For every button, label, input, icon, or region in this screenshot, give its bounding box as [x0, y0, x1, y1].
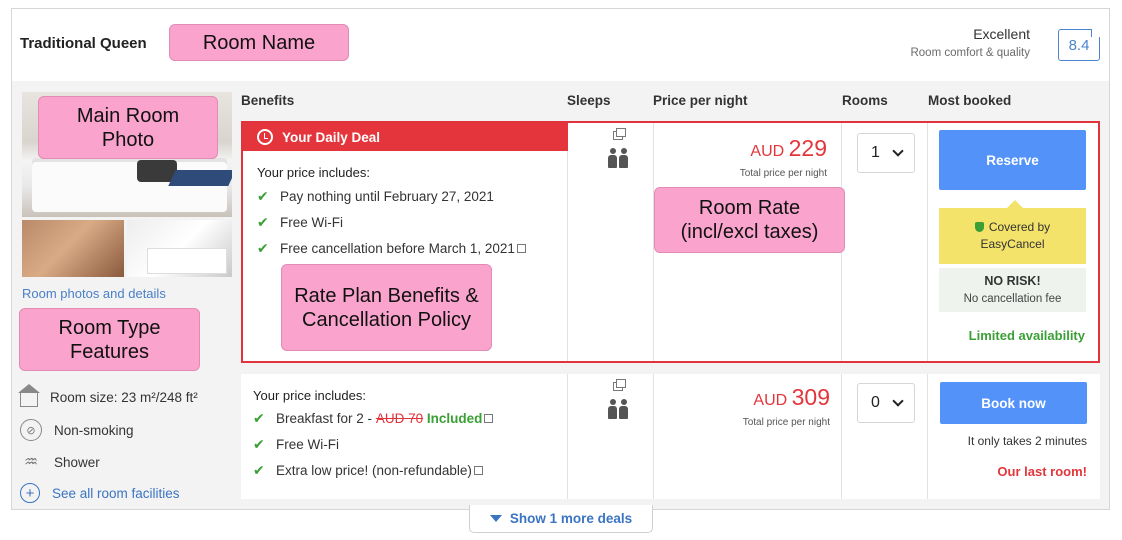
- price-amount: 309: [791, 384, 830, 410]
- booking-time-note: It only takes 2 minutes: [967, 434, 1087, 448]
- show-more-label[interactable]: Show 1 more deals: [510, 511, 632, 526]
- last-room-label: Our last room!: [997, 464, 1087, 479]
- callout-room-type-features: Room Type Features: [19, 308, 200, 371]
- callout-rate-plan: Rate Plan Benefits & Cancellation Policy: [281, 264, 492, 351]
- show-more-deals-button[interactable]: Show 1 more deals: [469, 505, 653, 533]
- caret-down-icon: [489, 515, 502, 522]
- price-note: Total price per night: [739, 168, 827, 179]
- benefit-item: ✔ Free Wi-Fi: [257, 214, 343, 230]
- no-risk-title: NO RISK!: [984, 274, 1041, 288]
- no-risk-subtitle: No cancellation fee: [963, 293, 1062, 305]
- rooms-select[interactable]: 1: [857, 133, 915, 173]
- callout-room-rate: Room Rate (incl/excl taxes): [654, 187, 845, 253]
- feature-label: Shower: [54, 454, 100, 470]
- daily-deal-banner: Your Daily Deal: [243, 123, 568, 151]
- feature-label: Room size: 23 m²/248 ft²: [50, 389, 198, 405]
- shower-icon: ♒: [23, 454, 39, 471]
- easycancel-badge: Covered by EasyCancel: [939, 208, 1086, 264]
- plus-icon: +: [20, 483, 40, 503]
- room-photo-thumb-1[interactable]: [22, 220, 124, 277]
- external-link-icon[interactable]: [473, 466, 483, 475]
- room-size-icon: [18, 384, 40, 407]
- feature-room-size: Room size: 23 m²/248 ft²: [18, 384, 198, 407]
- see-all-label[interactable]: See all room facilities: [52, 486, 180, 501]
- callout-room-name: Room Name: [169, 24, 349, 61]
- room-photos-link[interactable]: Room photos and details: [22, 286, 166, 301]
- room-rate: AUD 229 Total price per night: [740, 135, 827, 179]
- info-icon: [613, 128, 626, 140]
- chevron-down-icon: [892, 145, 904, 157]
- feature-shower: ♒ Shower: [20, 451, 100, 473]
- rooms-selected-value: 1: [871, 144, 880, 161]
- two-guests-icon: [603, 148, 633, 168]
- benefit-item[interactable]: ✔ Free cancellation before March 1, 2021: [257, 240, 526, 257]
- info-icon: [613, 379, 626, 391]
- check-icon: ✔: [253, 410, 265, 426]
- check-icon: ✔: [257, 188, 269, 204]
- benefit-item[interactable]: ✔ Extra low price! (non-refundable): [253, 462, 483, 479]
- no-smoking-icon: ⊘: [20, 419, 42, 441]
- deal-row-breakfast: Your price includes: ✔ Breakfast for 2 -…: [241, 374, 1100, 499]
- benefit-item: ✔ Free Wi-Fi: [253, 436, 339, 452]
- availability-label: Limited availability: [968, 328, 1085, 343]
- price-currency: AUD: [750, 143, 785, 160]
- header-price: Price per night: [653, 93, 748, 108]
- price-includes-label: Your price includes:: [253, 388, 366, 403]
- rooms-select[interactable]: 0: [857, 383, 915, 423]
- rating-sublabel: Room comfort & quality: [910, 47, 1030, 59]
- two-guests-icon: [603, 399, 633, 419]
- external-link-icon[interactable]: [516, 244, 526, 253]
- benefit-item[interactable]: ✔ Breakfast for 2 - AUD 70 Included: [253, 410, 494, 427]
- rating-score: 8.4: [1058, 29, 1100, 61]
- check-icon: ✔: [253, 436, 265, 452]
- reserve-button[interactable]: Reserve: [939, 130, 1086, 190]
- room-name: Traditional Queen: [20, 35, 147, 52]
- room-rate: AUD 309 Total price per night: [743, 384, 830, 428]
- feature-label: Non-smoking: [54, 422, 134, 438]
- rating-label: Excellent: [973, 26, 1030, 42]
- price-includes-label: Your price includes:: [257, 165, 370, 180]
- included-badge: Included: [426, 411, 483, 426]
- check-icon: ✔: [257, 214, 269, 230]
- callout-main-photo: Main Room Photo: [38, 96, 218, 159]
- header-benefits: Benefits: [241, 93, 295, 108]
- chevron-down-icon: [892, 395, 904, 407]
- price-note: Total price per night: [742, 417, 830, 428]
- header-rooms: Rooms: [842, 93, 888, 108]
- book-now-button[interactable]: Book now: [940, 382, 1087, 424]
- see-all-facilities-link[interactable]: + See all room facilities: [20, 483, 180, 503]
- price-amount: 229: [788, 135, 827, 161]
- external-link-icon[interactable]: [484, 414, 494, 423]
- check-icon: ✔: [257, 240, 269, 256]
- header-most-booked: Most booked: [928, 93, 1012, 108]
- daily-deal-label: Your Daily Deal: [282, 129, 381, 145]
- shield-check-icon: [974, 222, 984, 232]
- feature-non-smoking: ⊘ Non-smoking: [20, 419, 134, 441]
- benefit-item: ✔ Pay nothing until February 27, 2021: [257, 188, 494, 204]
- check-icon: ✔: [253, 462, 265, 478]
- sleeps-indicator[interactable]: [603, 128, 633, 168]
- price-currency: AUD: [753, 392, 788, 409]
- header-sleeps: Sleeps: [567, 93, 611, 108]
- alarm-clock-icon: [257, 129, 273, 145]
- room-photo-thumb-2[interactable]: [127, 220, 232, 277]
- rooms-selected-value: 0: [871, 394, 880, 411]
- no-risk-box: NO RISK! No cancellation fee: [939, 268, 1086, 312]
- sleeps-indicator[interactable]: [603, 379, 633, 419]
- old-price: AUD 70: [375, 411, 424, 426]
